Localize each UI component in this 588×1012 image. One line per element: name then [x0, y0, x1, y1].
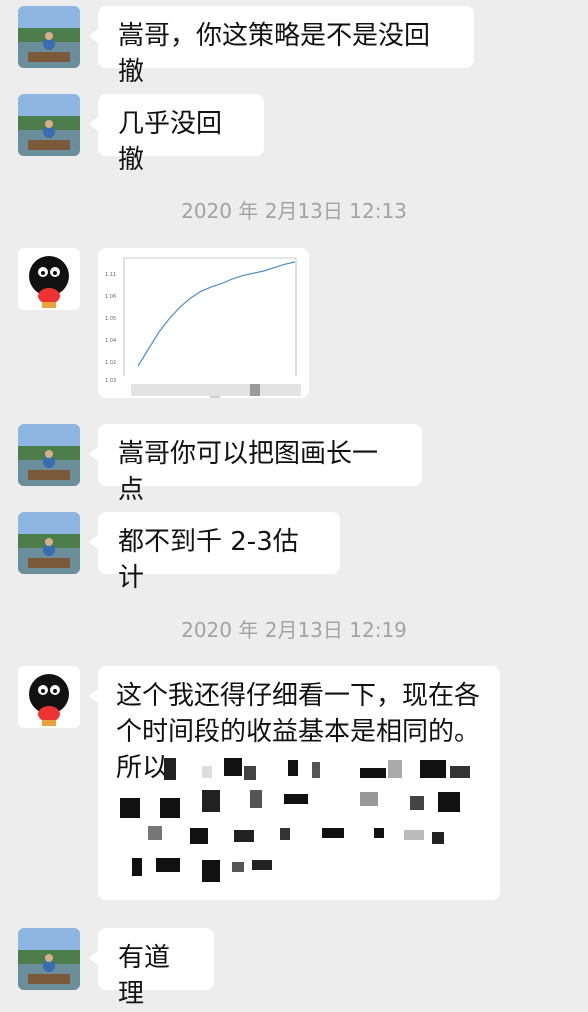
- avatar[interactable]: [18, 928, 80, 990]
- timestamp: 2020 年 2月13日 12:19: [181, 618, 407, 642]
- avatar[interactable]: [18, 94, 80, 156]
- message-text: 有道理: [118, 943, 171, 1009]
- chart-image: 1.11 1.06 1.05 1.04 1.02 1.03: [105, 257, 301, 398]
- message-bubble[interactable]: 有道理: [89, 928, 214, 1009]
- avatar-image-icon: [18, 94, 80, 156]
- message-text: 都不到千 2-3估计: [118, 527, 299, 593]
- message-text: 嵩哥，你这策略是不是没回撤: [118, 21, 431, 87]
- message-bubble[interactable]: 嵩哥，你这策略是不是没回撤: [89, 6, 474, 87]
- avatar[interactable]: [18, 666, 80, 728]
- chart-image-message[interactable]: 1.11 1.06 1.05 1.04 1.02 1.03: [98, 248, 309, 398]
- avatar-image-icon: [18, 424, 80, 486]
- avatar-image-icon: [18, 6, 80, 68]
- y-tick-label: 1.03: [105, 378, 116, 384]
- message-bubble[interactable]: 都不到千 2-3估计: [89, 512, 340, 593]
- avatar[interactable]: [18, 248, 80, 310]
- y-tick-label: 1.11: [105, 272, 116, 278]
- avatar-image-icon: [18, 248, 80, 310]
- avatar-image-icon: [18, 928, 80, 990]
- y-tick-label: 1.04: [105, 338, 116, 344]
- y-tick-label: 1.06: [105, 294, 116, 300]
- y-tick-labels: 1.11 1.06 1.05 1.04 1.02 1.03: [105, 272, 116, 384]
- y-tick-label: 1.05: [105, 316, 116, 322]
- message-bubble[interactable]: 几乎没回撤: [89, 94, 264, 175]
- message-bubble[interactable]: 这个我还得仔细看一下，现在各 个时间段的收益基本是相同的。 所以: [89, 666, 500, 900]
- series-line: [137, 261, 296, 367]
- timestamp: 2020 年 2月13日 12:13: [181, 199, 407, 223]
- avatar[interactable]: [18, 424, 80, 486]
- message-text: 几乎没回撤: [118, 109, 223, 175]
- y-tick-label: 1.02: [105, 360, 116, 366]
- avatar[interactable]: [18, 6, 80, 68]
- message-text: 嵩哥你可以把图画长一点: [118, 439, 379, 505]
- avatar-image-icon: [18, 666, 80, 728]
- avatar-image-icon: [18, 512, 80, 574]
- message-bubble[interactable]: 嵩哥你可以把图画长一点: [89, 424, 422, 505]
- avatar[interactable]: [18, 512, 80, 574]
- redacted-region: [98, 666, 500, 900]
